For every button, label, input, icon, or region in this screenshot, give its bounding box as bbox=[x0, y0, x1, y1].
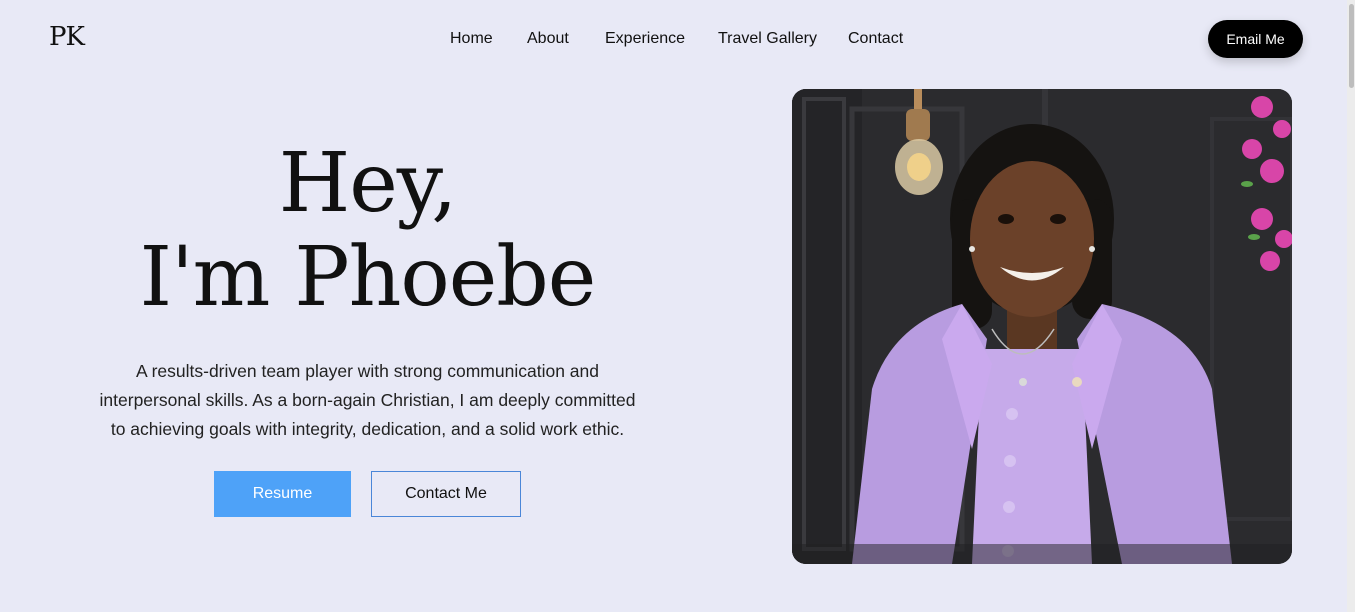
main-nav: Home About Experience Travel Gallery Con… bbox=[0, 30, 1355, 50]
page-scrollbar[interactable] bbox=[1347, 0, 1355, 612]
hero-heading: Hey, I'm Phoebe bbox=[60, 140, 675, 328]
nav-about[interactable]: About bbox=[527, 30, 569, 48]
profile-photo bbox=[792, 89, 1292, 564]
email-me-button[interactable]: Email Me bbox=[1208, 20, 1303, 58]
intro-line: to achieving goals with integrity, dedic… bbox=[110, 419, 625, 439]
nav-travel-gallery[interactable]: Travel Gallery bbox=[718, 30, 817, 48]
scrollbar-thumb[interactable] bbox=[1349, 4, 1354, 88]
intro-line: A results-driven team player with strong… bbox=[136, 361, 599, 381]
hero-name: I'm Phoebe bbox=[139, 230, 597, 325]
resume-button[interactable]: Resume bbox=[214, 471, 351, 517]
hero-greeting: Hey, bbox=[278, 136, 458, 231]
intro-line: interpersonal skills. As a born-again Ch… bbox=[99, 390, 636, 410]
nav-experience[interactable]: Experience bbox=[605, 30, 685, 48]
hero-intro: A results-driven team player with strong… bbox=[70, 357, 665, 444]
nav-home[interactable]: Home bbox=[450, 30, 493, 48]
nav-contact[interactable]: Contact bbox=[848, 30, 903, 48]
page: PK Home About Experience Travel Gallery … bbox=[0, 0, 1355, 612]
contact-me-button[interactable]: Contact Me bbox=[371, 471, 521, 517]
